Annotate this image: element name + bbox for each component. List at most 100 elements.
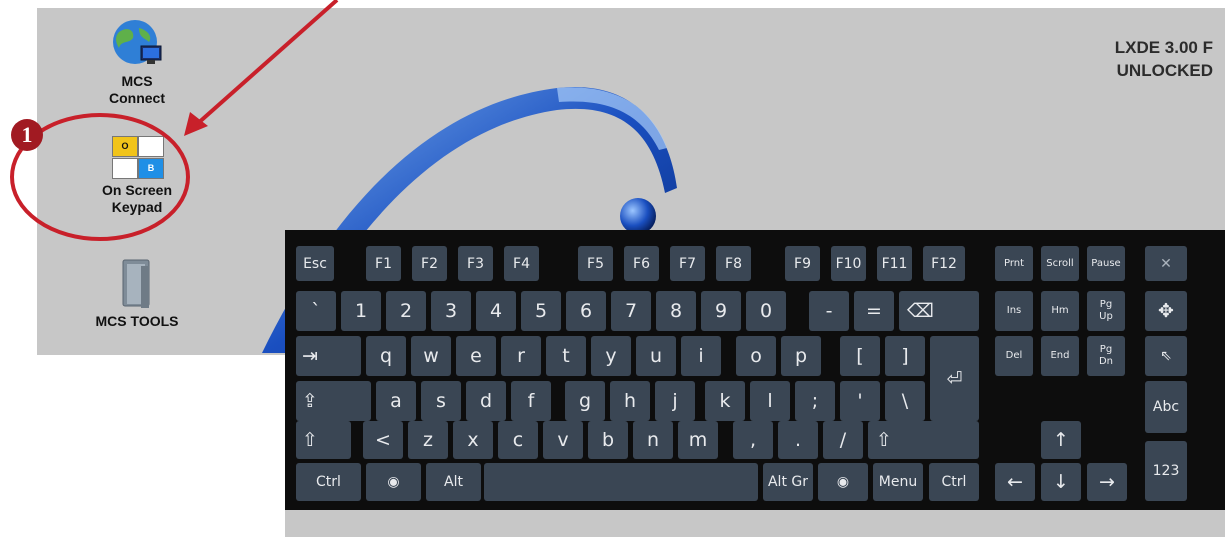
key-right-bracket[interactable]: ] — [885, 336, 925, 376]
key-h[interactable]: h — [610, 381, 650, 421]
key-alt[interactable]: Alt — [426, 463, 481, 501]
key-menu[interactable]: Menu — [873, 463, 923, 501]
key-m[interactable]: m — [678, 421, 718, 459]
desktop-icon-label: Connect — [109, 90, 165, 106]
key-f2[interactable]: F2 — [412, 246, 447, 281]
key-j[interactable]: j — [655, 381, 695, 421]
key-q[interactable]: q — [366, 336, 406, 376]
key-v[interactable]: v — [543, 421, 583, 459]
key-p[interactable]: p — [781, 336, 821, 376]
key-i[interactable]: i — [681, 336, 721, 376]
key-a[interactable]: a — [376, 381, 416, 421]
key-comma[interactable]: , — [733, 421, 773, 459]
key-1[interactable]: 1 — [341, 291, 381, 331]
key-left-super[interactable]: ◉ — [366, 463, 421, 501]
key-less-than[interactable]: < — [363, 421, 403, 459]
key-quote[interactable]: ' — [840, 381, 880, 421]
key-home[interactable]: Hm — [1041, 291, 1079, 331]
key-7[interactable]: 7 — [611, 291, 651, 331]
key-arrow-right[interactable]: → — [1087, 463, 1127, 501]
key-y[interactable]: y — [591, 336, 631, 376]
key-c[interactable]: c — [498, 421, 538, 459]
key-r[interactable]: r — [501, 336, 541, 376]
key-slash[interactable]: / — [823, 421, 863, 459]
key-delete[interactable]: Del — [995, 336, 1033, 376]
key-g[interactable]: g — [565, 381, 605, 421]
key-f6[interactable]: F6 — [624, 246, 659, 281]
key-f4[interactable]: F4 — [504, 246, 539, 281]
key-page-up[interactable]: Pg Up — [1087, 291, 1125, 331]
key-6[interactable]: 6 — [566, 291, 606, 331]
desktop-icon-mcs-tools[interactable]: MCS TOOLS — [77, 258, 197, 330]
key-tab[interactable]: ⇥ — [296, 336, 361, 376]
key-n[interactable]: n — [633, 421, 673, 459]
key-scroll-lock[interactable]: Scroll — [1041, 246, 1079, 281]
abc-mode-button[interactable]: Abc — [1145, 381, 1187, 433]
key-d[interactable]: d — [466, 381, 506, 421]
key-e[interactable]: e — [456, 336, 496, 376]
key-5[interactable]: 5 — [521, 291, 561, 331]
numeric-mode-button[interactable]: 123 — [1145, 441, 1187, 501]
key-f11[interactable]: F11 — [877, 246, 912, 281]
key-alt-gr[interactable]: Alt Gr — [763, 463, 813, 501]
key-f8[interactable]: F8 — [716, 246, 751, 281]
key-o[interactable]: o — [736, 336, 776, 376]
key-z[interactable]: z — [408, 421, 448, 459]
move-keyboard-handle[interactable]: ✥ — [1145, 291, 1187, 331]
key-backspace[interactable]: ⌫ — [899, 291, 979, 331]
key-right-shift[interactable]: ⇧ — [868, 421, 979, 459]
key-backtick[interactable]: ` — [296, 291, 336, 331]
key-insert[interactable]: Ins — [995, 291, 1033, 331]
key-f5[interactable]: F5 — [578, 246, 613, 281]
key-k[interactable]: k — [705, 381, 745, 421]
key-left-shift[interactable]: ⇧ — [296, 421, 351, 459]
desktop-icon-mcs-connect[interactable]: MCS Connect — [77, 18, 197, 107]
key-f7[interactable]: F7 — [670, 246, 705, 281]
pointer-mode-button[interactable]: ⇖ — [1145, 336, 1187, 376]
key-w[interactable]: w — [411, 336, 451, 376]
close-keyboard-button[interactable]: ✕ — [1145, 246, 1187, 281]
desktop-icon-on-screen-keypad[interactable]: O B On Screen Keypad — [77, 136, 197, 216]
key-9[interactable]: 9 — [701, 291, 741, 331]
key-semicolon[interactable]: ; — [795, 381, 835, 421]
key-u[interactable]: u — [636, 336, 676, 376]
key-arrow-up[interactable]: ↑ — [1041, 421, 1081, 459]
key-2[interactable]: 2 — [386, 291, 426, 331]
key-backslash[interactable]: \ — [885, 381, 925, 421]
key-pause[interactable]: Pause — [1087, 246, 1125, 281]
key-f9[interactable]: F9 — [785, 246, 820, 281]
key-caps-lock[interactable]: ⇪ — [296, 381, 371, 421]
key-esc[interactable]: Esc — [296, 246, 334, 281]
key-page-down[interactable]: Pg Dn — [1087, 336, 1125, 376]
key-b[interactable]: b — [588, 421, 628, 459]
key-enter[interactable]: ⏎ — [930, 336, 979, 421]
key-print-screen[interactable]: Prnt — [995, 246, 1033, 281]
key-arrow-down[interactable]: ↓ — [1041, 463, 1081, 501]
key-left-bracket[interactable]: [ — [840, 336, 880, 376]
keypad-grid-letter: B — [138, 158, 164, 179]
key-4[interactable]: 4 — [476, 291, 516, 331]
key-s[interactable]: s — [421, 381, 461, 421]
key-space[interactable] — [484, 463, 758, 501]
key-left-ctrl[interactable]: Ctrl — [296, 463, 361, 501]
keypad-grid-letter: O — [112, 136, 138, 157]
key-right-super[interactable]: ◉ — [818, 463, 868, 501]
key-right-ctrl[interactable]: Ctrl — [929, 463, 979, 501]
key-equals[interactable]: = — [854, 291, 894, 331]
key-period[interactable]: . — [778, 421, 818, 459]
key-f10[interactable]: F10 — [831, 246, 866, 281]
key-l[interactable]: l — [750, 381, 790, 421]
key-x[interactable]: x — [453, 421, 493, 459]
key-arrow-left[interactable]: ← — [995, 463, 1035, 501]
key-f[interactable]: f — [511, 381, 551, 421]
key-8[interactable]: 8 — [656, 291, 696, 331]
key-f3[interactable]: F3 — [458, 246, 493, 281]
key-0[interactable]: 0 — [746, 291, 786, 331]
key-3[interactable]: 3 — [431, 291, 471, 331]
key-f1[interactable]: F1 — [366, 246, 401, 281]
key-end[interactable]: End — [1041, 336, 1079, 376]
key-f12[interactable]: F12 — [923, 246, 965, 281]
desktop-icon-label: On Screen — [101, 182, 173, 198]
key-minus[interactable]: - — [809, 291, 849, 331]
key-t[interactable]: t — [546, 336, 586, 376]
